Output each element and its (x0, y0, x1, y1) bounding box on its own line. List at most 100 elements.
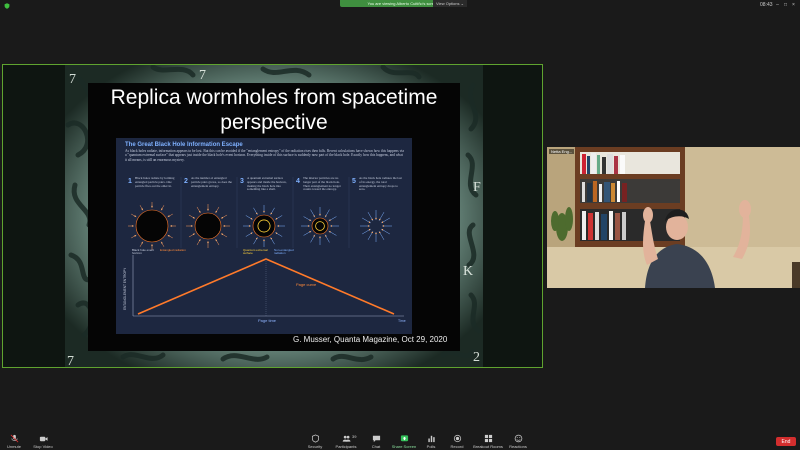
record-icon (453, 434, 461, 443)
particle-dot (309, 231, 311, 233)
particle-dot (368, 221, 371, 223)
particle-dot (381, 229, 384, 231)
particle-dot (319, 236, 321, 239)
security-label: Security (307, 444, 323, 449)
particle-dot (329, 219, 331, 221)
particle-dot (263, 210, 265, 213)
particle-dot (223, 225, 226, 227)
particle-dot (151, 244, 153, 247)
particle-dot (325, 235, 327, 237)
participants-count: 39 (352, 434, 357, 439)
black-hole (135, 209, 169, 243)
camera-icon (39, 436, 48, 442)
reactions-label: Reactions (509, 444, 527, 449)
particle-dot (207, 208, 209, 211)
diagram-label: Quantum extremal surface (243, 249, 268, 256)
particle-dot (141, 242, 143, 244)
particle-dot (256, 237, 258, 240)
svg-text:F: F (473, 180, 481, 195)
shared-screen: 7 7 F 2 7 K Replica wormholes from spacetime… (2, 64, 543, 368)
meeting-toolbar: Unmute Stop Video Security Participants … (0, 432, 800, 450)
panel-title: The Great Black Hole Information Escape (125, 142, 243, 148)
particle-dot (168, 215, 170, 217)
particle-dot (275, 232, 278, 234)
step-number: 2 (184, 178, 188, 185)
mic-muted-icon (10, 434, 18, 443)
particle-dot (371, 231, 373, 234)
particle-dot (221, 233, 223, 235)
particle-dot (277, 225, 280, 227)
diagram-label: Entangled radiation (160, 249, 186, 252)
shield-icon (311, 434, 319, 443)
particle-dot (329, 231, 331, 233)
particle-dot (375, 232, 377, 235)
particle-dot (190, 225, 193, 227)
svg-text:K: K (463, 264, 473, 279)
infographic-panel: The Great Black Hole Information Escape … (116, 138, 412, 334)
video-frame (547, 147, 800, 288)
particle-dot (151, 205, 153, 208)
breakout-rooms-icon (484, 434, 492, 443)
particle-dot (199, 239, 201, 241)
people-icon (342, 435, 350, 442)
particle-dot (319, 213, 321, 216)
particle-dot (250, 218, 253, 220)
particle-dot (381, 221, 384, 223)
share-screen-icon (400, 435, 408, 442)
stop-video-label: Stop Video (33, 444, 53, 449)
polls-icon (427, 435, 435, 443)
close-icon[interactable]: × (790, 2, 797, 8)
polls-label: Polls (426, 444, 436, 449)
reactions-icon (514, 434, 522, 443)
step-description: The interior particles are no longer par… (303, 177, 341, 192)
particle-dot (193, 217, 195, 219)
step-number: 4 (296, 178, 300, 185)
particle-dot (371, 218, 373, 221)
chat-icon (372, 435, 380, 443)
step-number: 3 (240, 178, 244, 185)
particle-dot (215, 239, 217, 241)
particle-dot (193, 233, 195, 235)
particle-dot (368, 229, 371, 231)
particle-dot (307, 225, 310, 227)
encryption-shield-icon[interactable] (4, 3, 10, 9)
particle-dot (367, 225, 370, 227)
slide-title: Replica wormholes from spacetime perspec… (110, 86, 438, 134)
maximize-icon[interactable]: □ (782, 2, 789, 8)
end-meeting-button[interactable]: End (776, 437, 796, 446)
particle-dot (168, 235, 170, 237)
particle-dot (313, 235, 315, 237)
particle-dot (379, 218, 381, 221)
particle-dot (379, 231, 381, 234)
chat-label: Chat (371, 444, 381, 449)
svg-text:2: 2 (473, 350, 480, 365)
time-axis-label: Time (398, 319, 406, 323)
minimize-icon[interactable]: – (774, 2, 781, 8)
diagram-label: Black hole event horizon (132, 249, 155, 256)
step-description: As the number of entangled particle pair… (191, 177, 232, 188)
step-description: Black holes radiate by forming entangled… (135, 177, 175, 188)
black-hole (194, 212, 222, 240)
particle-dot (313, 215, 315, 217)
panel-intro: As black holes radiate, information appe… (125, 149, 404, 162)
particle-dot (161, 208, 163, 210)
step-description: A quantum extremal surface appears and i… (247, 177, 287, 192)
black-hole (252, 214, 276, 238)
particle-dot (330, 225, 333, 227)
particle-dot (270, 212, 272, 215)
particle-dot (141, 208, 143, 210)
particle-dot (199, 211, 201, 213)
particle-dot (250, 232, 253, 234)
particle-dot (248, 225, 251, 227)
particle-dot (134, 215, 136, 217)
particle-dot (131, 225, 134, 227)
particle-dot (170, 225, 173, 227)
step-number: 5 (352, 178, 356, 185)
particle-dot (275, 218, 278, 220)
particle-dot (207, 241, 209, 244)
participant-video[interactable] (547, 147, 800, 288)
reactions-button[interactable]: Reactions (499, 432, 537, 450)
stop-video-button[interactable]: Stop Video (24, 432, 62, 450)
view-options-button[interactable]: View Options ⌄ (433, 0, 467, 7)
record-label: Record (450, 444, 464, 449)
